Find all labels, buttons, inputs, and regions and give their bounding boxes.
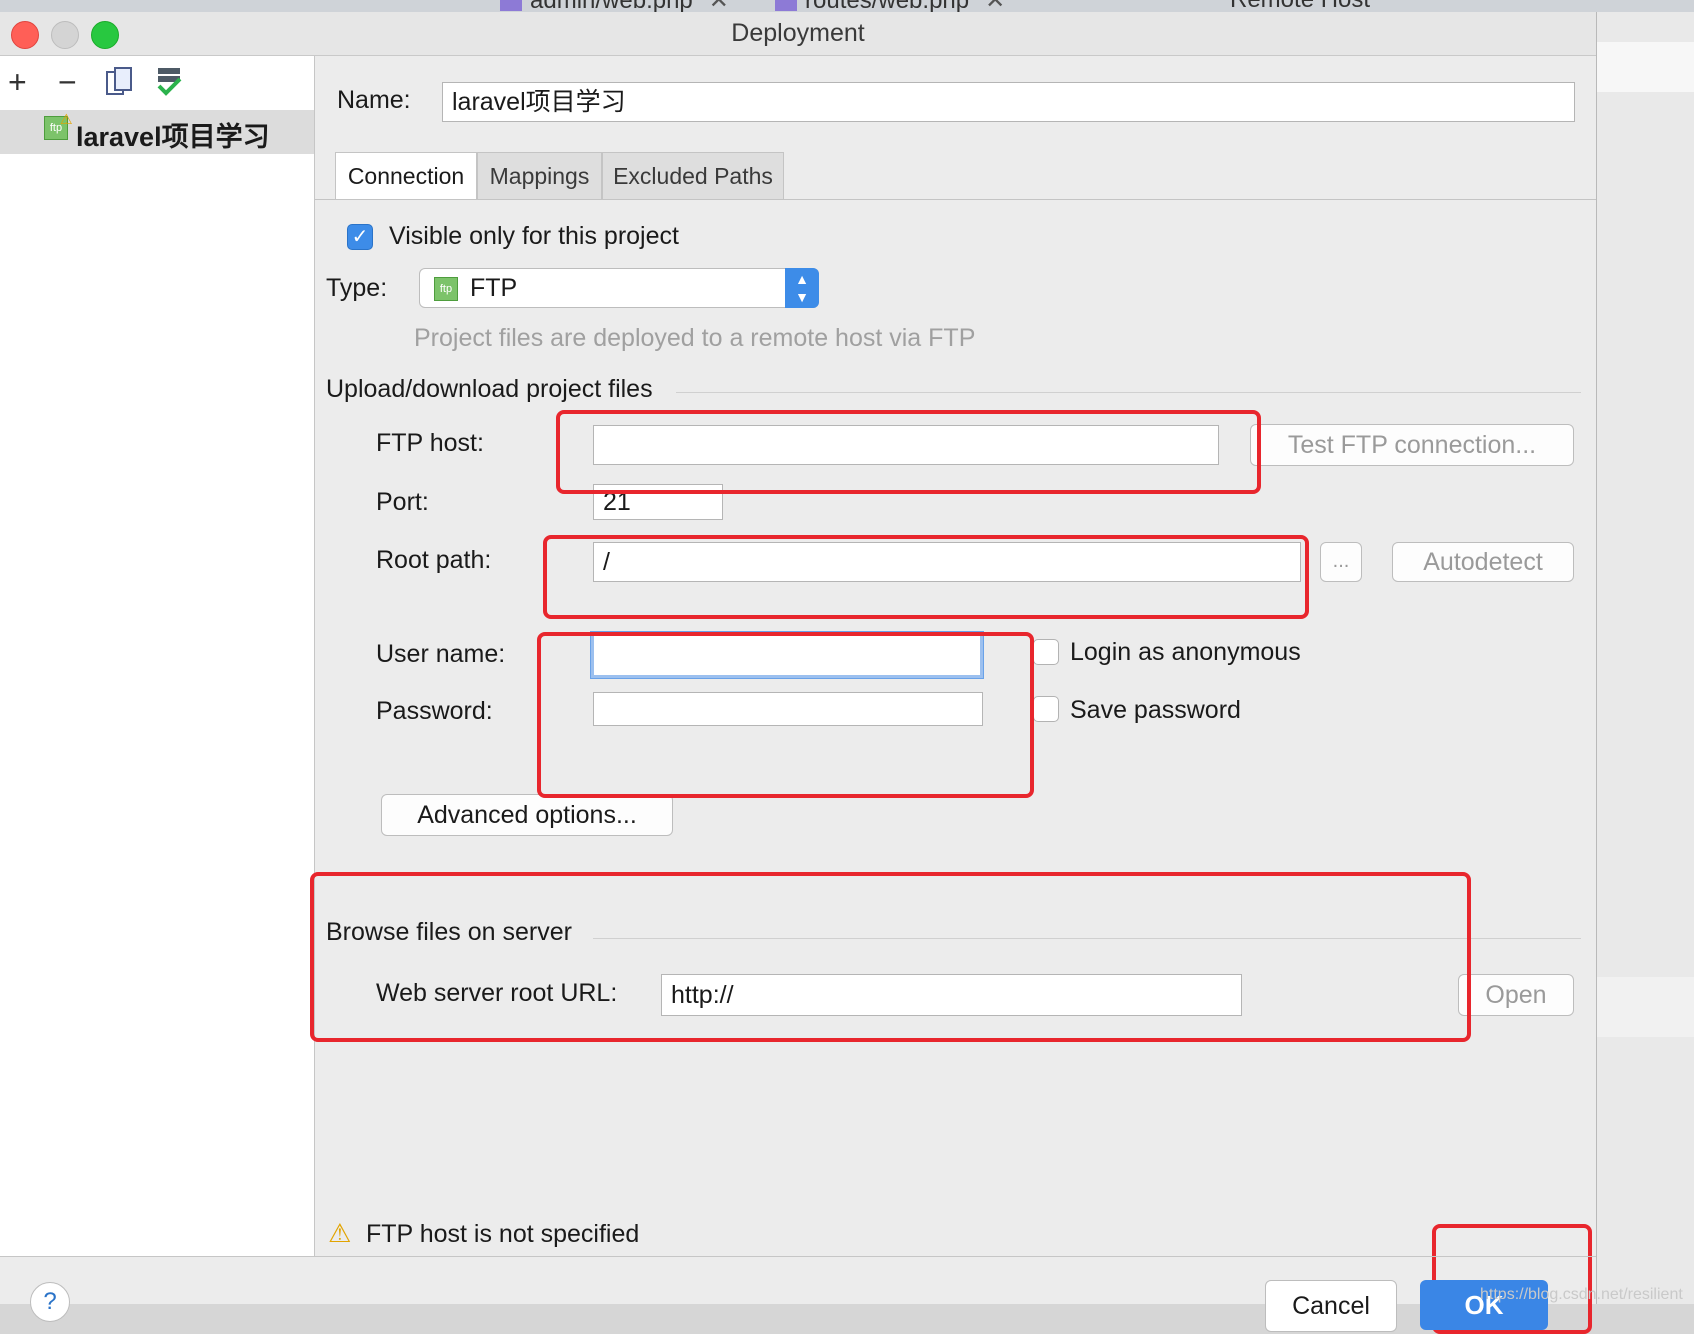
warning-icon: ⚠ <box>60 111 73 127</box>
tab-excluded-paths[interactable]: Excluded Paths <box>602 152 784 200</box>
window-title: Deployment <box>731 19 865 47</box>
test-ftp-connection-button[interactable]: Test FTP connection... <box>1250 424 1574 466</box>
type-select[interactable]: ftp FTP ▲ ▼ <box>419 268 819 308</box>
name-label: Name: <box>337 86 411 114</box>
type-value: FTP <box>470 274 518 302</box>
login-anonymous-label: Login as anonymous <box>1070 638 1301 666</box>
section-divider <box>676 392 1581 393</box>
password-label: Password: <box>376 697 493 725</box>
background-editor-tabs: admin/web.php ✕ routes/web.php ✕ Remote Ho… <box>0 0 1694 12</box>
tab-connection[interactable]: Connection <box>335 152 477 200</box>
background-panel <box>1596 12 1694 1304</box>
set-default-icon[interactable] <box>155 66 183 96</box>
port-label: Port: <box>376 488 429 516</box>
autodetect-button[interactable]: Autodetect <box>1392 542 1574 582</box>
close-icon[interactable]: ✕ <box>985 0 1005 12</box>
name-field[interactable]: laravel项目学习 <box>442 82 1575 122</box>
php-file-icon <box>500 0 522 11</box>
chevron-updown-icon: ▲ ▼ <box>785 268 819 308</box>
ftp-host-label: FTP host: <box>376 429 484 457</box>
annotation-box-browse-files <box>310 872 1471 1042</box>
type-hint: Project files are deployed to a remote h… <box>414 324 976 352</box>
save-password-checkbox[interactable] <box>1033 696 1059 722</box>
watermark: https://blog.csdn.net/resilient <box>1480 1286 1683 1303</box>
remove-icon[interactable]: − <box>58 66 77 98</box>
annotation-box-credentials <box>537 632 1034 798</box>
background-tab[interactable]: admin/web.php ✕ <box>500 0 729 12</box>
copy-icon[interactable] <box>105 66 133 96</box>
tab-mappings[interactable]: Mappings <box>477 152 602 200</box>
server-list-panel: + − ftp ⚠ laravel项目学习 <box>0 56 315 1256</box>
help-button[interactable]: ? <box>30 1282 70 1322</box>
visible-only-label: Visible only for this project <box>389 222 679 250</box>
annotation-box-ftp-host <box>556 410 1261 494</box>
warning-message: FTP host is not specified <box>366 1220 640 1248</box>
close-icon[interactable]: ✕ <box>709 0 729 12</box>
background-tab[interactable]: Remote Host <box>1230 0 1370 12</box>
open-button[interactable]: Open <box>1458 974 1574 1016</box>
tab-divider <box>315 199 1596 200</box>
background-tab-label: routes/web.php <box>805 0 969 12</box>
background-tab-label: Remote Host <box>1230 0 1370 12</box>
advanced-options-button[interactable]: Advanced options... <box>381 794 673 836</box>
background-tab[interactable]: routes/web.php ✕ <box>775 0 1005 12</box>
server-name: laravel项目学习 <box>76 122 270 152</box>
ftp-icon: ftp <box>434 277 458 301</box>
php-file-icon <box>775 0 797 11</box>
deployment-dialog: Deployment + − ftp ⚠ laravel项目学习 Name: l… <box>0 12 1683 1334</box>
annotation-box-root-path <box>543 535 1309 619</box>
upload-section-title: Upload/download project files <box>326 375 653 403</box>
title-bar: Deployment <box>0 12 1596 56</box>
visible-only-checkbox[interactable]: ✓ <box>347 224 373 250</box>
type-label: Type: <box>326 274 388 302</box>
add-icon[interactable]: + <box>8 66 27 98</box>
warning-icon: ⚠ <box>328 1218 352 1248</box>
user-name-label: User name: <box>376 640 506 668</box>
footer-divider <box>0 1256 1596 1257</box>
save-password-label: Save password <box>1070 696 1241 724</box>
login-anonymous-checkbox[interactable] <box>1033 639 1059 665</box>
browse-button[interactable]: ... <box>1320 542 1362 582</box>
cancel-button[interactable]: Cancel <box>1265 1280 1397 1332</box>
background-tab-label: admin/web.php <box>530 0 693 12</box>
root-path-label: Root path: <box>376 546 492 574</box>
